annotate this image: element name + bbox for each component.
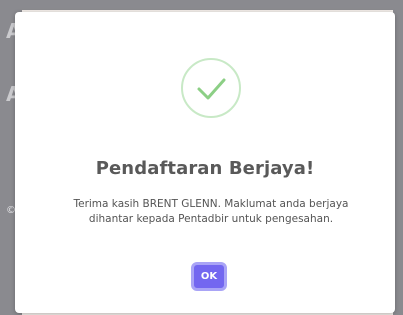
dialog-message: Terima kasih BRENT GLENN. Maklumat anda …: [73, 198, 349, 225]
dialog-title: Pendaftaran Berjaya!: [95, 158, 315, 179]
overlay-top: [0, 0, 403, 10]
success-dialog: Pendaftaran Berjaya! Terima kasih BRENT …: [15, 12, 395, 313]
ok-button[interactable]: OK: [191, 262, 227, 291]
success-icon-ring: [181, 58, 241, 118]
screen: A A © Pendaftaran Berjaya! Terima kasih …: [0, 0, 403, 315]
check-icon: [197, 78, 226, 100]
